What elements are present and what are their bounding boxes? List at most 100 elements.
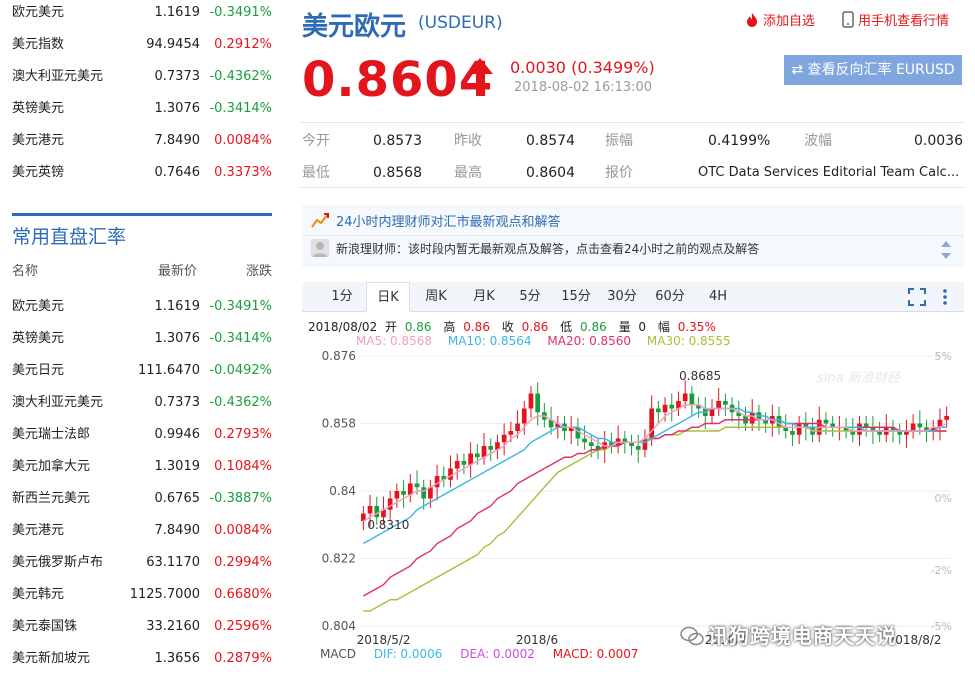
high-value: 0.8604 [526,165,575,181]
rate-name[interactable]: 英镑美元 [12,323,64,355]
rate-row[interactable]: 美元加拿大元 1.3019 0.1084% [12,451,272,483]
rate-row[interactable]: 美元瑞士法郎 0.9946 0.2793% [12,419,272,451]
low-value: 0.8568 [373,165,422,181]
ohlc-open-label: 开 [385,320,398,334]
rate-row[interactable]: 美元指数 94.9454 0.2912% [12,29,272,61]
rate-change: 0.2879% [214,651,272,666]
rate-row[interactable]: 欧元美元 1.1619 -0.3491% [12,291,272,323]
reverse-rate-button[interactable]: ⇄ 查看反向汇率 EURUSD [784,55,962,85]
rate-name[interactable]: 欧元美元 [12,291,64,323]
ohlc-low: 0.86 [580,320,607,334]
rate-price: 0.7373 [154,69,201,84]
rate-change: 0.2596% [214,619,272,634]
mobile-view-button[interactable]: 用手机查看行情 [842,10,949,29]
tab-6[interactable]: 30分 [600,282,644,312]
candle-body [649,408,654,439]
rate-name[interactable]: 欧元美元 [12,0,64,29]
y-tick-label: 0.804 [322,619,356,633]
rate-row[interactable]: 美元俄罗斯卢布 63.1170 0.2994% [12,547,272,579]
rate-row[interactable]: 澳大利亚元美元 0.7373 -0.4362% [12,387,272,419]
tab-5[interactable]: 15分 [554,282,598,312]
rate-name[interactable]: 美元新加坡元 [12,643,90,675]
quote-label: 报价 [605,165,633,181]
rate-price: 1.3019 [154,459,201,474]
candle-body [508,431,514,435]
rate-name[interactable]: 美元加拿大元 [12,451,90,483]
kline-chart[interactable]: 0.876 0.858 0.84 0.822 0.804 5% 0% -2% -5% sina 新… [302,348,966,648]
rate-change: 0.0084% [214,523,272,538]
watermark-text: 讯狗跨境电商天天说 [708,624,897,648]
advisor-panel: 24小时内理财师对汇市最新观点和解答 新浪理财师：该时段内暂无最新观点及解答，点… [302,205,964,267]
quote-datetime: 2018-08-02 16:13:00 [514,80,653,95]
rate-name[interactable]: 新西兰元美元 [12,483,90,515]
ohlc-vol-label: 量 [618,320,631,334]
rate-name[interactable]: 美元泰国铢 [12,611,77,643]
macd-readout: MACD DIF: 0.0006 DEA: 0.0002 MACD: 0.000… [320,647,653,661]
up-arrow-icon [467,58,493,96]
rate-row[interactable]: 英镑美元 1.3076 -0.3414% [12,323,272,355]
open-label: 今开 [302,133,330,149]
rate-row[interactable]: 美元新加坡元 1.3656 0.2879% [12,643,272,675]
ohlc-close: 0.86 [521,320,549,334]
wave-label: 波幅 [804,133,832,149]
rate-row[interactable]: 英镑美元 1.3076 -0.3414% [12,93,272,125]
high-annotation: 0.8685 [679,369,721,383]
tab-3[interactable]: 月K [462,282,506,312]
rate-change: -0.4362% [209,69,272,84]
rate-row[interactable]: 美元泰国铢 33.2160 0.2596% [12,611,272,643]
rate-row[interactable]: 美元港元 7.8490 0.0084% [12,125,272,157]
rate-name[interactable]: 澳大利亚元美元 [12,387,103,419]
advisor-title-link[interactable]: 24小时内理财师对汇市最新观点和解答 [336,211,561,230]
more-menu-icon[interactable] [942,288,948,306]
rate-name[interactable]: 英镑美元 [12,93,64,125]
advisor-message-link[interactable]: 新浪理财师：该时段内暂无最新观点及解答，点击查看24小时之前的观点及解答 [336,240,759,257]
candle-body [448,468,453,480]
candle-body [716,401,722,409]
tab-4[interactable]: 5分 [508,282,552,312]
candle-body [394,491,400,499]
candle-body [917,423,923,428]
rate-name[interactable]: 美元指数 [12,29,64,61]
rate-name[interactable]: 美元港元 [12,125,64,157]
tab-0[interactable]: 1分 [320,282,364,312]
col-price-header: 最新价 [158,264,198,279]
rate-name[interactable]: 美元韩元 [12,579,64,611]
add-favorite-button[interactable]: 添加自选 [744,10,815,29]
period-tabs: 1分 日K 周K 月K 5分 15分 30分 60分 4H [302,282,964,312]
ohlc-high: 0.86 [463,320,490,334]
candle-body [474,453,480,458]
macd-dea: DEA: 0.0002 [460,647,535,661]
rate-row[interactable]: 欧元美元 1.1619 -0.3491% [12,0,272,29]
rate-name[interactable]: 美元英镑 [12,157,64,189]
prev-close-value: 0.8574 [526,133,575,149]
rate-row[interactable]: 美元日元 111.6470 -0.0492% [12,355,272,387]
rate-name[interactable]: 美元瑞士法郎 [12,419,90,451]
tab-8[interactable]: 4H [696,282,740,312]
rate-row[interactable]: 澳大利亚元美元 0.7373 -0.4362% [12,61,272,93]
fullscreen-icon[interactable] [908,288,926,306]
rate-name[interactable]: 美元日元 [12,355,64,387]
rate-name[interactable]: 美元港元 [12,515,64,547]
tab-7[interactable]: 60分 [648,282,692,312]
high-label: 最高 [454,165,482,181]
tab-2[interactable]: 周K [414,282,458,312]
ohlc-date: 2018/08/02 [308,320,378,334]
left-panel: 欧元美元 1.1619 -0.3491% 美元指数 94.9454 0.2912% 澳大利亚… [0,0,280,676]
x-tick-label: 2018/6 [516,633,558,647]
rate-row[interactable]: 美元港元 7.8490 0.0084% [12,515,272,547]
tab-1[interactable]: 日K [366,282,410,312]
rate-row[interactable]: 美元韩元 1125.7000 0.6680% [12,579,272,611]
rate-row[interactable]: 新西兰元美元 0.6765 -0.3887% [12,483,272,515]
candle-body [582,438,587,443]
stats-table: 今开 0.8573 昨收 0.8574 振幅 0.4199% 波幅 0.0036… [300,122,965,188]
rate-price: 111.6470 [137,363,200,378]
rate-name[interactable]: 澳大利亚元美元 [12,61,103,93]
macd-dif: DIF: 0.0006 [373,647,443,661]
scroll-arrows-icon[interactable] [940,238,952,262]
rate-name[interactable]: 美元俄罗斯卢布 [12,547,103,579]
ma5-legend: MA5: 0.8568 [356,334,433,348]
rate-change: 0.2793% [214,427,272,442]
ohlc-amp-label: 幅 [657,320,670,334]
y-tick-label: 0.84 [329,484,356,498]
rate-row[interactable]: 美元英镑 0.7646 0.3373% [12,157,272,189]
